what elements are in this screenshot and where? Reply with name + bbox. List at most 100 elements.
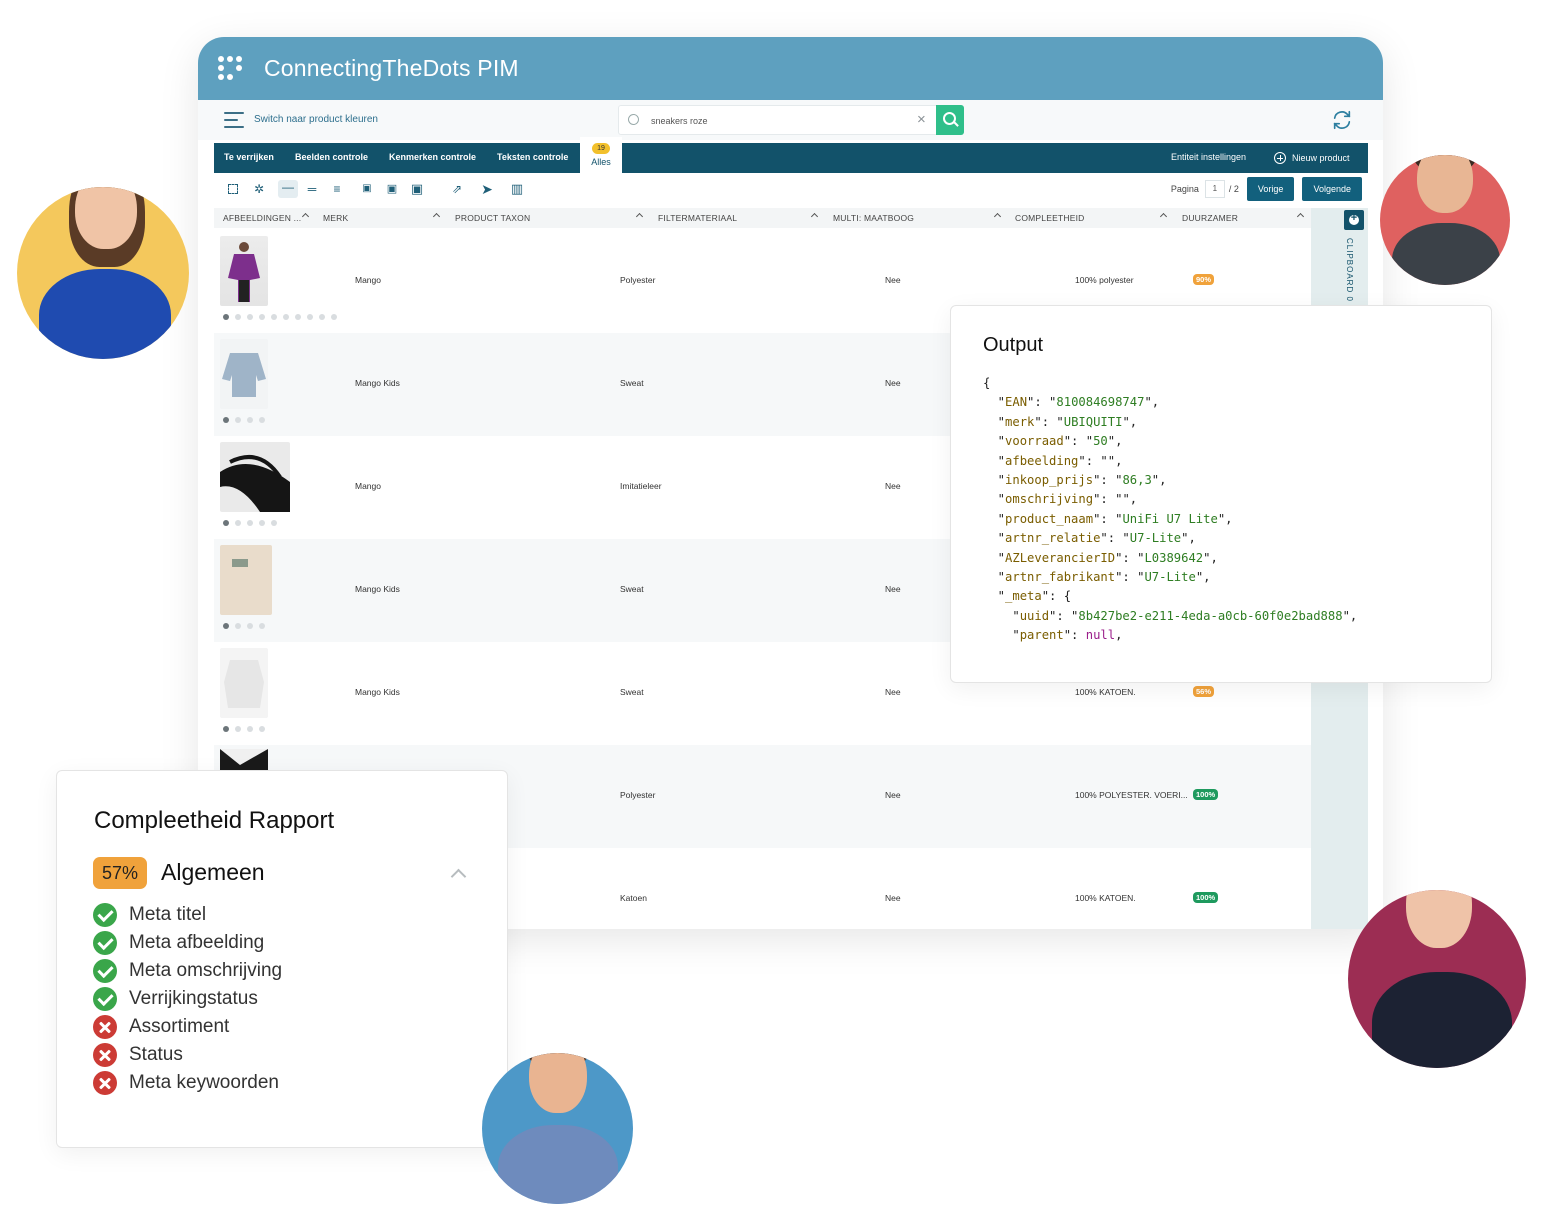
new-product-label: Nieuw product [1292, 153, 1350, 163]
cell-taxon: Sweat [620, 584, 644, 594]
completeness-badge: 100% [1193, 892, 1219, 903]
list-item: Meta afbeelding [93, 929, 282, 957]
tab-alles[interactable]: 19 Alles [580, 137, 622, 173]
search-input[interactable] [651, 112, 911, 130]
add-to-clipboard-button[interactable] [1344, 210, 1364, 230]
col-maatboog[interactable]: MULTI: MAATBOOG [833, 213, 914, 223]
check-icon [93, 987, 117, 1011]
search-bar: × [618, 105, 964, 135]
report-percent-badge: 57% [93, 857, 147, 889]
send-icon[interactable]: ➤ [480, 182, 494, 196]
new-product-button[interactable]: Nieuw product [1274, 152, 1350, 164]
cell-maatboog: Nee [885, 893, 901, 903]
entity-settings-button[interactable]: Entiteit instellingen [1171, 152, 1246, 162]
avatar [482, 1053, 633, 1204]
cell-merk: Mango Kids [355, 584, 400, 594]
page-label: Pagina [1170, 184, 1199, 194]
product-image[interactable] [220, 339, 268, 409]
sort-icon[interactable] [301, 212, 310, 221]
product-image[interactable] [220, 236, 268, 306]
completeness-badge: 56% [1193, 686, 1215, 697]
tab-te-verrijken[interactable]: Te verrijken [224, 152, 274, 162]
table-header: AFBEELDINGEN ... MERK PRODUCT TAXON FILT… [214, 208, 1311, 228]
sort-icon[interactable] [635, 212, 644, 221]
tab-kenmerken-controle[interactable]: Kenmerken controle [389, 152, 476, 162]
cross-icon [93, 1043, 117, 1067]
chart-icon[interactable]: ▥ [510, 182, 524, 196]
image-dots [223, 726, 265, 732]
cross-icon [93, 1015, 117, 1039]
plus-circle-icon [1274, 152, 1286, 164]
select-area-icon[interactable] [228, 184, 238, 194]
sort-icon[interactable] [1296, 212, 1305, 221]
cell-taxon: Sweat [620, 378, 644, 388]
tab-beelden-controle[interactable]: Beelden controle [295, 152, 368, 162]
cell-taxon: Polyester [620, 790, 656, 800]
avatar [1380, 155, 1510, 285]
density-medium-icon[interactable]: ═ [305, 182, 319, 196]
title-bar: ConnectingTheDots PIM [198, 37, 1383, 100]
cell-maatboog: Nee [885, 481, 901, 491]
report-group-title[interactable]: Algemeen [161, 859, 265, 886]
close-icon[interactable]: × [917, 112, 926, 128]
chevron-up-icon[interactable] [450, 868, 467, 885]
cell-material: 100% KATOEN. [1075, 893, 1136, 903]
page-total: / 2 [1228, 184, 1239, 194]
sort-icon[interactable] [1159, 212, 1168, 221]
cell-merk: Mango [355, 481, 381, 491]
search-icon[interactable] [936, 105, 964, 135]
switch-colors-link[interactable]: Switch naar product kleuren [254, 114, 378, 125]
sort-icon[interactable] [810, 212, 819, 221]
density-compact-icon[interactable]: — [278, 180, 298, 198]
image-dots [223, 623, 265, 629]
product-image[interactable] [220, 442, 290, 512]
image-dots [223, 520, 277, 526]
logo-icon [218, 54, 248, 84]
col-filtermateriaal[interactable]: FILTERMATERIAAL [658, 213, 737, 223]
product-image[interactable] [220, 749, 268, 771]
app-title: ConnectingTheDots PIM [264, 55, 519, 81]
page-input[interactable]: 1 [1204, 180, 1225, 198]
clipboard-label[interactable]: CLIPBOARD 0 [1345, 238, 1354, 302]
completeness-badge: 100% [1193, 789, 1219, 800]
tab-teksten-controle[interactable]: Teksten controle [497, 152, 568, 162]
list-item: Verrijkingstatus [93, 985, 282, 1013]
product-image[interactable] [220, 648, 268, 718]
sort-icon[interactable] [432, 212, 441, 221]
tab-bar: Te verrijken Beelden controle Kenmerken … [214, 137, 1368, 173]
check-icon [93, 931, 117, 955]
col-compleetheid[interactable]: COMPLEETHEID [1015, 213, 1084, 223]
menu-icon[interactable] [224, 112, 244, 128]
cell-material: 100% KATOEN. [1075, 687, 1136, 697]
cell-material: 100% POLYESTER. VOERI... [1075, 790, 1188, 800]
col-afbeeldingen[interactable]: AFBEELDINGEN ... [223, 213, 301, 223]
check-icon [93, 959, 117, 983]
next-button[interactable]: Volgende [1302, 177, 1362, 201]
cross-icon [93, 1071, 117, 1095]
sort-icon[interactable] [993, 212, 1002, 221]
prev-button[interactable]: Vorige [1246, 177, 1295, 201]
col-duurzamer[interactable]: DUURZAMER [1182, 213, 1238, 223]
cell-maatboog: Nee [885, 790, 901, 800]
clipboard-count: 0 [1345, 296, 1354, 302]
history-icon[interactable] [628, 114, 639, 125]
product-image[interactable] [220, 545, 272, 615]
image-large-icon[interactable]: ▣ [410, 182, 424, 196]
cell-merk: Mango [355, 275, 381, 285]
col-merk[interactable]: MERK [323, 213, 348, 223]
pointer-icon[interactable]: ✲ [252, 182, 266, 196]
avatar [1348, 890, 1526, 1068]
cell-taxon: Sweat [620, 687, 644, 697]
density-large-icon[interactable]: ≡ [330, 182, 344, 196]
cell-taxon: Katoen [620, 893, 647, 903]
cell-maatboog: Nee [885, 275, 901, 285]
output-title: Output [983, 334, 1044, 356]
list-item: Assortiment [93, 1013, 282, 1041]
external-link-icon[interactable]: ⇗ [450, 182, 464, 196]
image-medium-icon[interactable]: ▣ [385, 182, 399, 196]
pagination: Pagina 1 / 2 Vorige Volgende [1171, 177, 1368, 201]
image-small-icon[interactable]: ▣ [360, 182, 374, 196]
list-item: Meta keywoorden [93, 1069, 282, 1097]
col-product-taxon[interactable]: PRODUCT TAXON [455, 213, 530, 223]
refresh-icon[interactable] [1331, 109, 1353, 131]
